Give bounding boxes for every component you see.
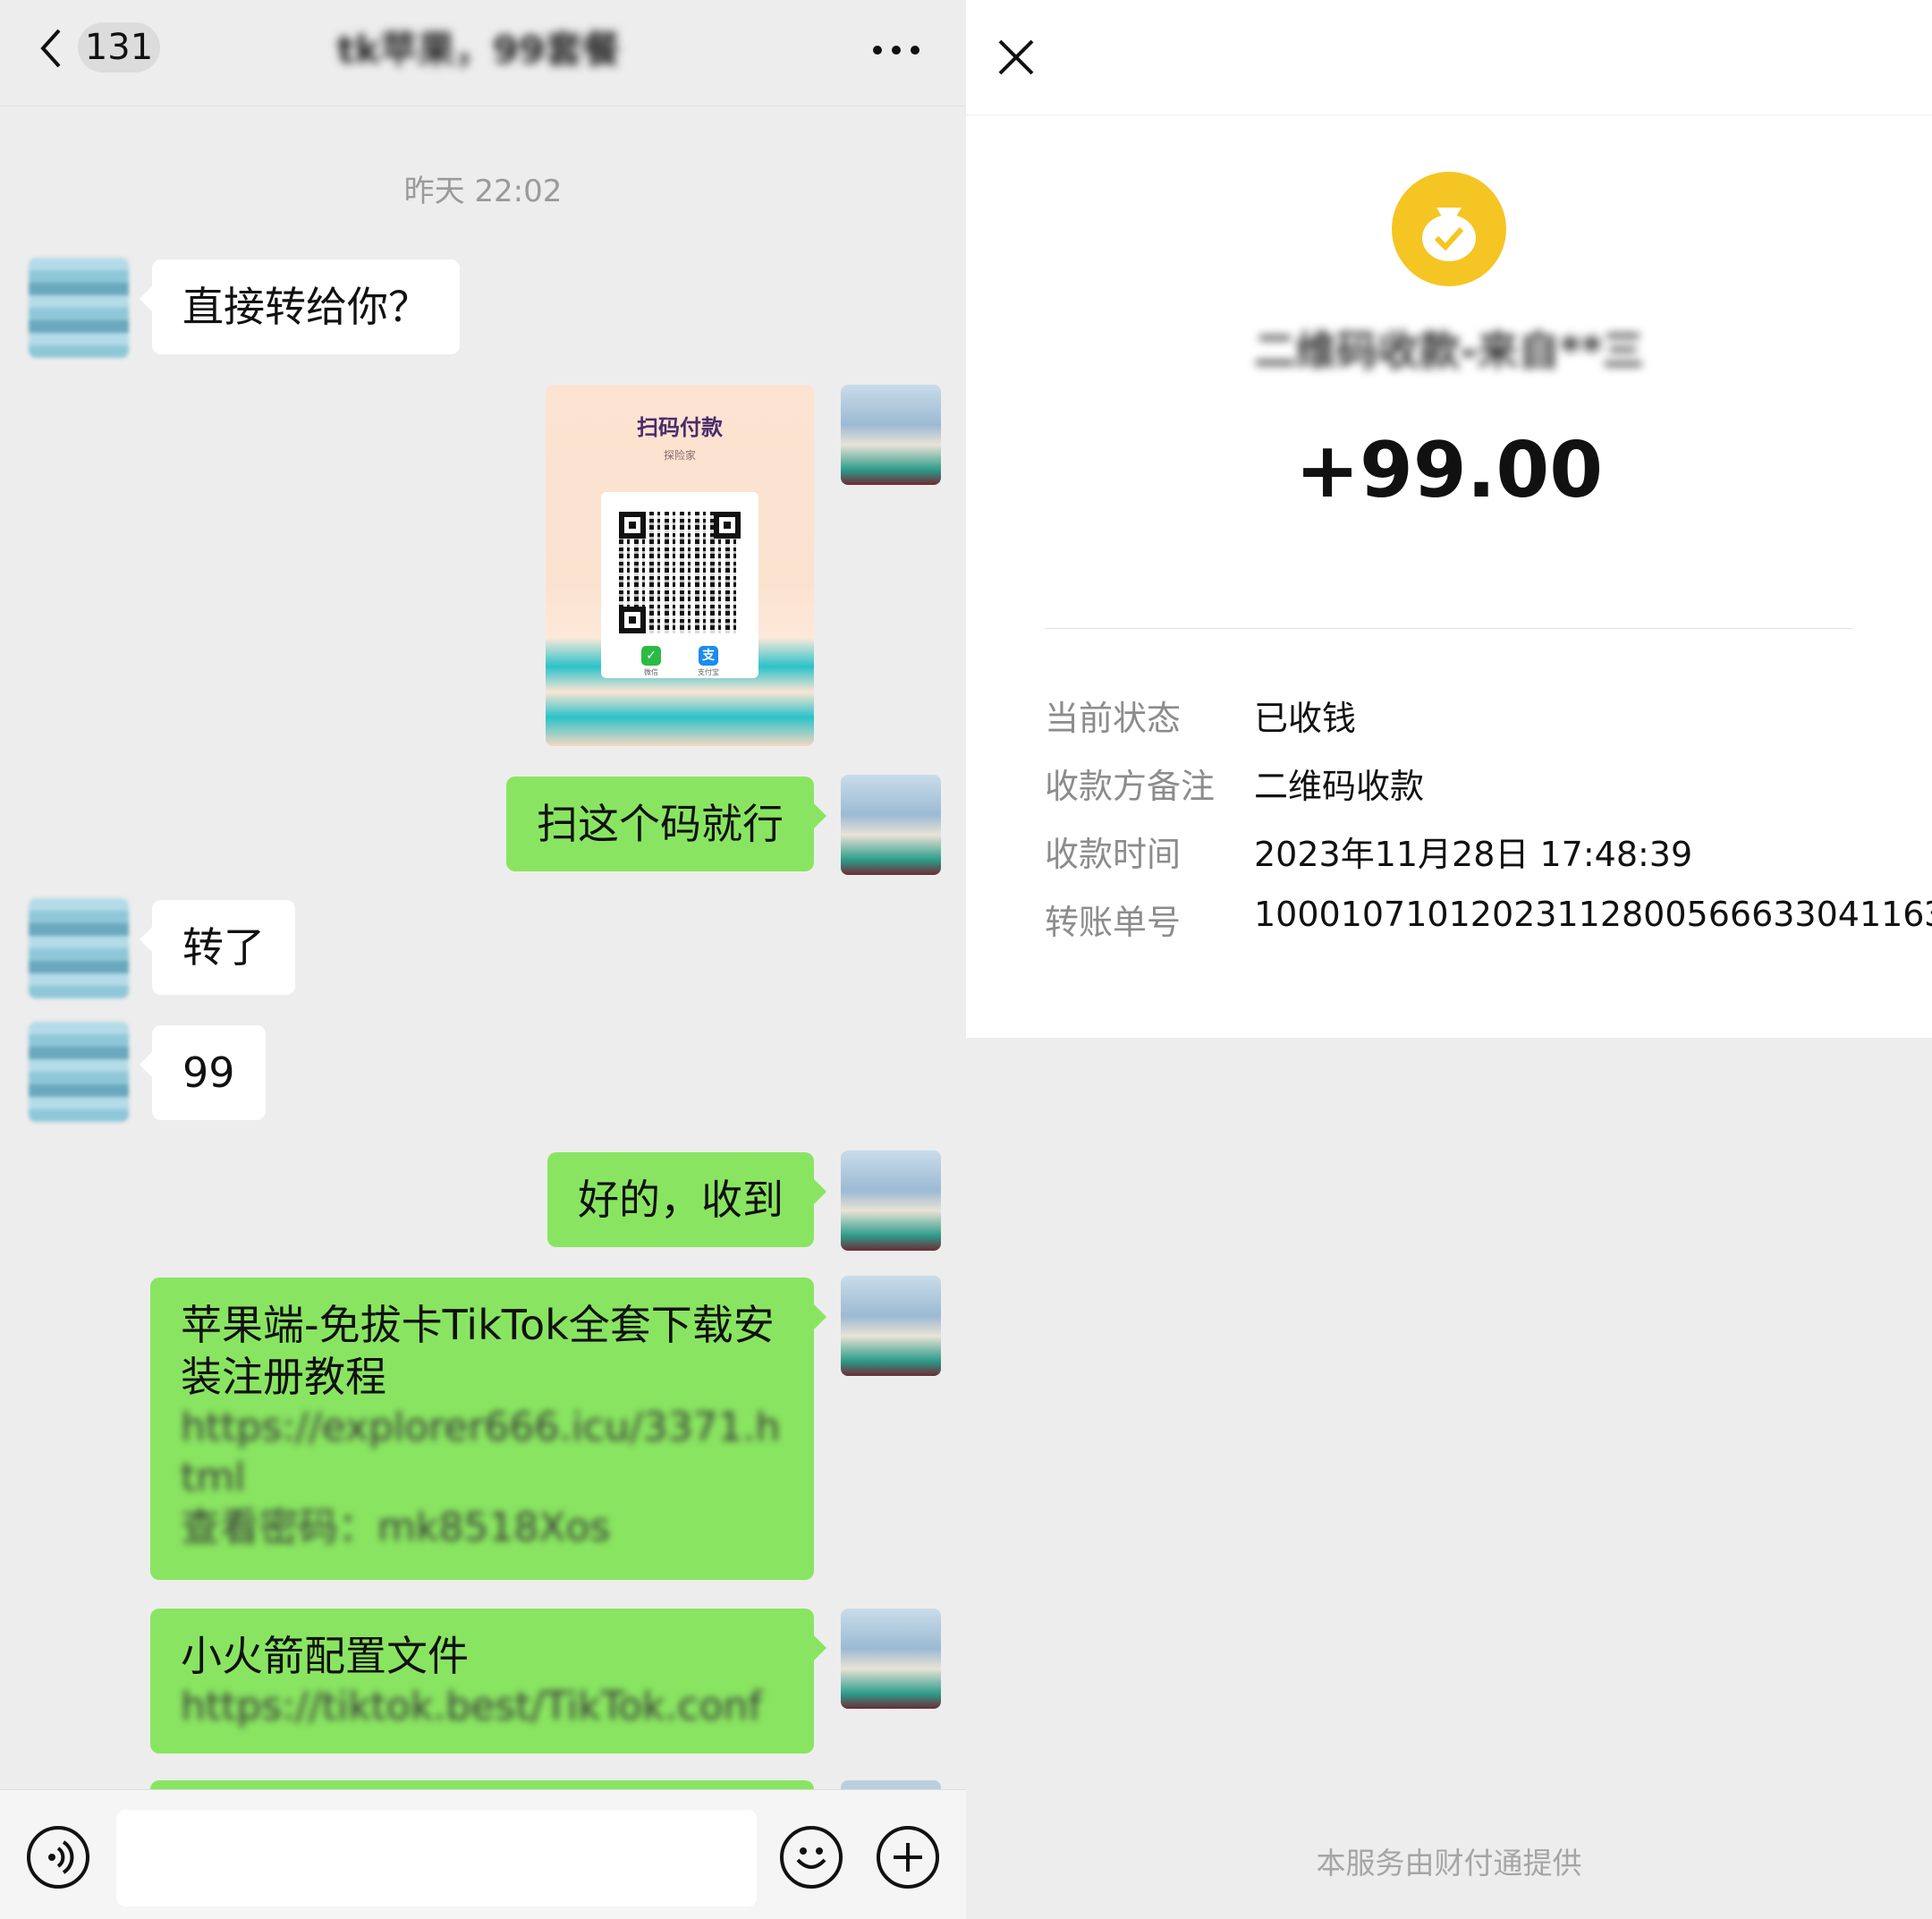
voice-icon[interactable] xyxy=(27,1826,89,1889)
qr-code-image[interactable]: 扫码付款 探险家 ✓ 支 微信 支付宝 xyxy=(546,385,814,746)
message-link[interactable]: https://tiktok.best/TikTok.conf xyxy=(181,1682,784,1732)
payment-amount: +99.00 xyxy=(1294,426,1604,515)
payment-detail-panel: 二维码收款-来自**三 +99.00 当前状态 已收钱 收款方备注 二维码收款 … xyxy=(966,0,1932,1919)
alipay-label: 支付宝 xyxy=(698,668,719,676)
qr-box: ✓ 支 微信 支付宝 xyxy=(601,492,758,678)
message-bubble[interactable]: 转了 xyxy=(140,900,295,995)
unread-badge[interactable]: 131 xyxy=(78,22,160,72)
remark-label: 收款方备注 xyxy=(1045,767,1216,806)
message-text: 99 xyxy=(182,1049,235,1097)
wechat-pay-icon: ✓ xyxy=(641,646,661,666)
message-text: 直接转给你？ xyxy=(182,283,429,331)
money-bag-icon xyxy=(1392,172,1506,286)
message-text: 苹果端-免拔卡TikTok全套下载安装注册教程 xyxy=(181,1301,775,1401)
avatar[interactable] xyxy=(841,1609,941,1709)
message-input[interactable] xyxy=(116,1810,757,1906)
time-value: 2023年11月28日 17:48:39 xyxy=(1254,835,1693,874)
qr-finder xyxy=(619,607,646,633)
divider xyxy=(1045,628,1853,629)
transfer-id-value: 1000107101202311280056663304116З xyxy=(1254,895,1932,934)
close-icon[interactable] xyxy=(996,38,1036,77)
message-text: 转了 xyxy=(182,923,265,972)
avatar[interactable] xyxy=(29,258,129,358)
emoji-icon[interactable] xyxy=(780,1826,843,1889)
chat-title: tk苹果，99套餐 xyxy=(336,28,621,72)
payment-detail-card: 二维码收款-来自**三 +99.00 当前状态 已收钱 收款方备注 二维码收款 … xyxy=(966,0,1932,1038)
payment-source-title: 二维码收款-来自**三 xyxy=(1254,327,1644,375)
qr-finder xyxy=(619,512,646,539)
chat-header: 131 tk苹果，99套餐 xyxy=(0,0,966,106)
provider-note: 本服务由财付通提供 xyxy=(1316,1846,1582,1881)
avatar[interactable] xyxy=(29,898,129,998)
wechat-pay-label: 微信 xyxy=(644,668,658,676)
message-bubble[interactable]: 99 xyxy=(140,1025,266,1120)
avatar[interactable] xyxy=(841,1151,941,1251)
message-extra: 查看密码：mk8518Xos xyxy=(181,1505,611,1550)
input-bar xyxy=(0,1789,966,1919)
time-label: 收款时间 xyxy=(1045,835,1182,874)
transfer-id-label: 转账单号 xyxy=(1045,903,1182,942)
alipay-icon: 支 xyxy=(699,646,718,666)
message-bubble[interactable]: 扫这个码就行 xyxy=(506,777,826,871)
avatar[interactable] xyxy=(841,775,941,875)
status-label: 当前状态 xyxy=(1045,699,1182,738)
detail-top-bar xyxy=(966,0,1932,115)
message-bubble[interactable]: 苹果端-免拔卡TikTok全套下载安装注册教程 https://explorer… xyxy=(150,1278,826,1580)
avatar[interactable] xyxy=(841,385,941,485)
message-bubble[interactable]: 好的，收到 xyxy=(547,1152,826,1247)
plus-icon[interactable] xyxy=(877,1826,939,1889)
message-bubble[interactable]: 直接转给你？ xyxy=(140,259,460,354)
avatar[interactable] xyxy=(29,1022,129,1122)
avatar[interactable] xyxy=(841,1276,941,1376)
chat-timestamp: 昨天 22:02 xyxy=(403,174,563,209)
status-value: 已收钱 xyxy=(1254,699,1357,738)
chevron-left-icon[interactable] xyxy=(38,27,64,70)
qr-card-title: 扫码付款 xyxy=(637,415,723,440)
qr-finder xyxy=(714,512,741,539)
message-bubble[interactable]: 小火箭配置文件 https://tiktok.best/TikTok.conf xyxy=(150,1609,826,1753)
message-link[interactable]: https://explorer666.icu/3371.html xyxy=(181,1403,784,1503)
message-text: 小火箭配置文件 xyxy=(181,1632,469,1680)
qr-card-subtitle: 探险家 xyxy=(663,449,696,462)
more-icon[interactable] xyxy=(872,45,920,55)
message-text: 扫这个码就行 xyxy=(537,800,784,848)
remark-value: 二维码收款 xyxy=(1254,767,1425,806)
chat-panel: 131 tk苹果，99套餐 昨天 22:02 直接转给你？ 扫码付款 探险家 ✓… xyxy=(0,0,966,1919)
message-text: 好的，收到 xyxy=(578,1176,784,1224)
